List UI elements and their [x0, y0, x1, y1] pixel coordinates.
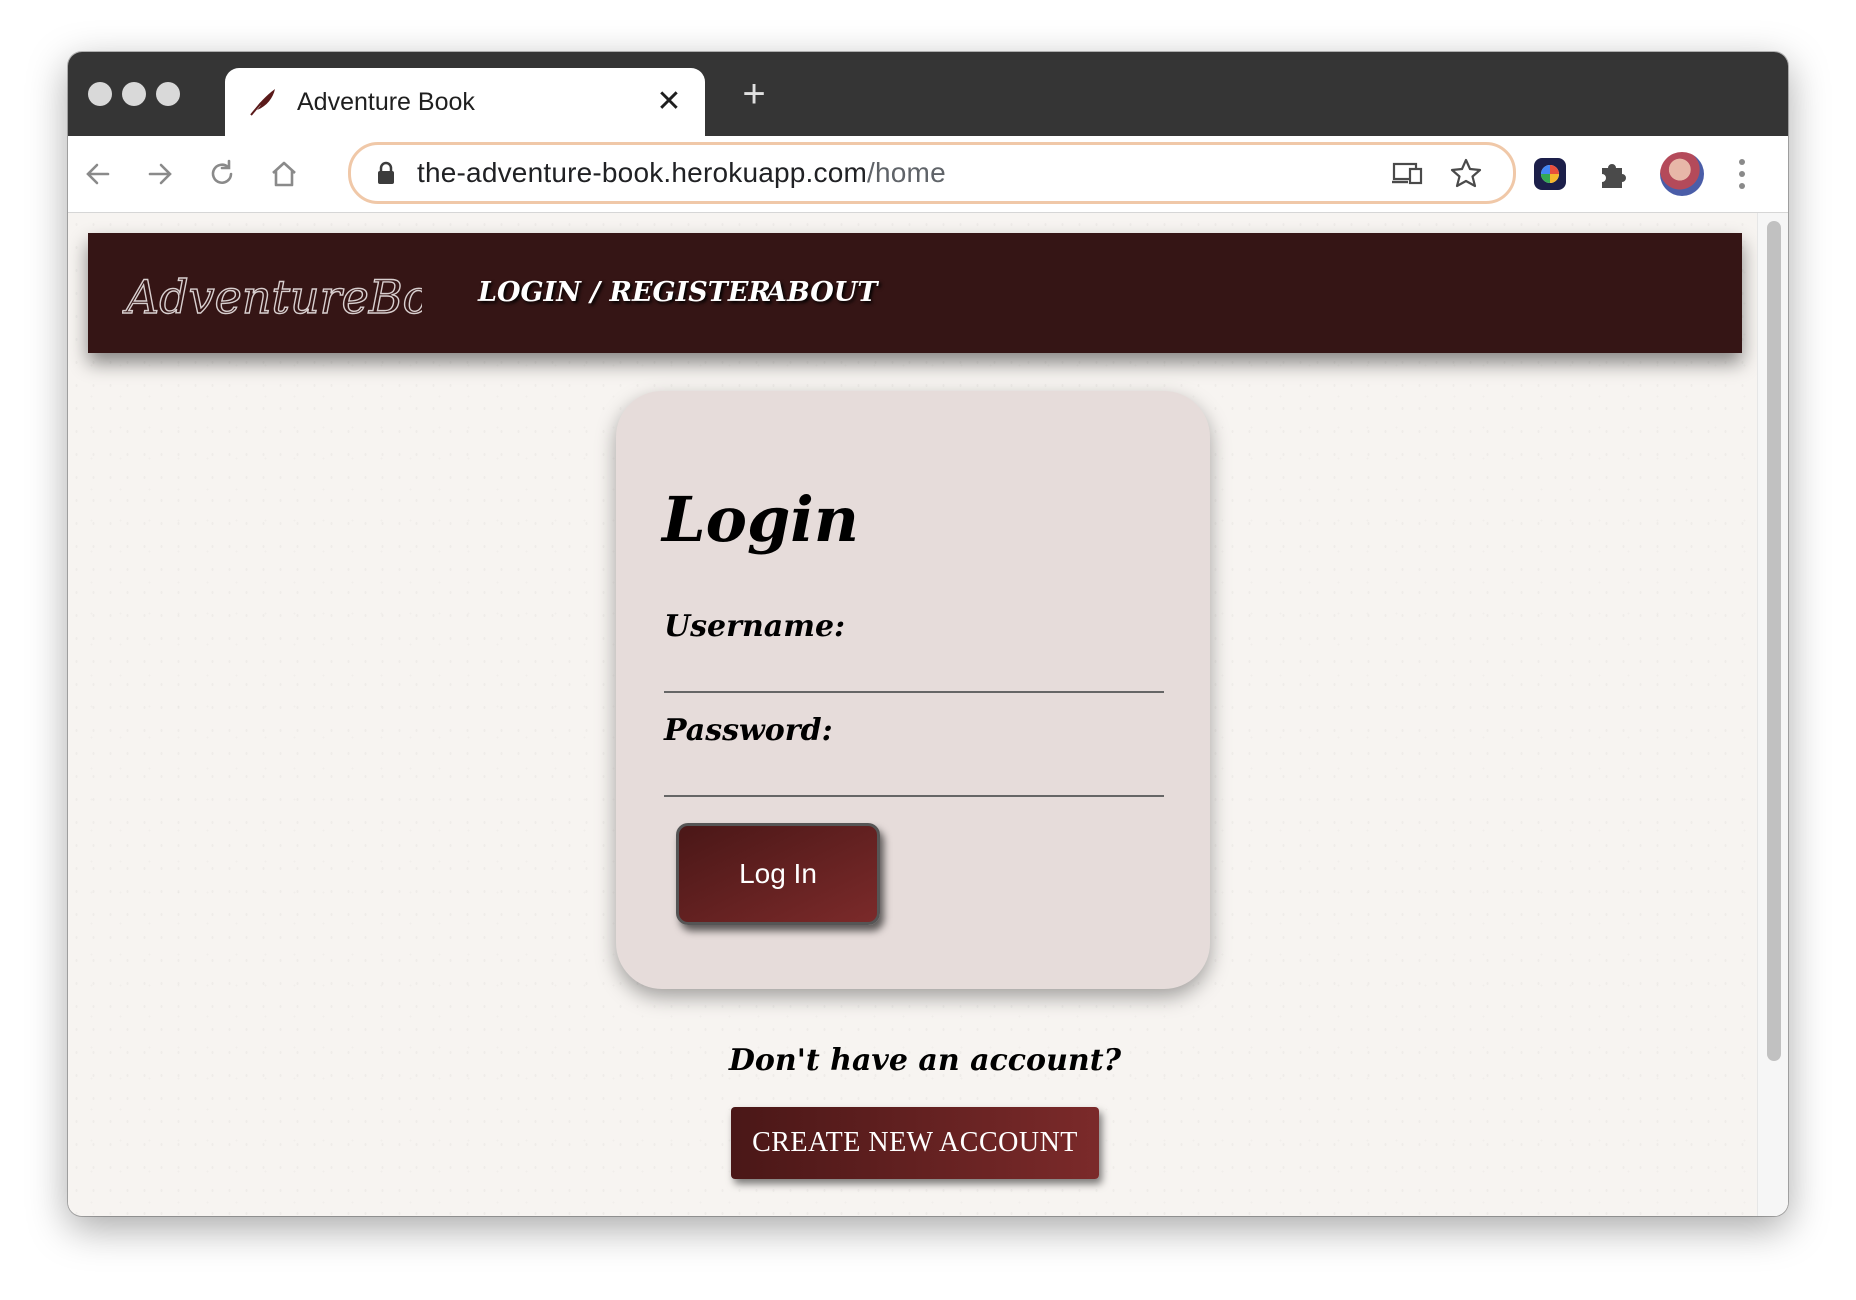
browser-window: Adventure Book ✕ + the-adventure-book.he… [68, 52, 1788, 1216]
profile-avatar[interactable] [1660, 152, 1704, 196]
url-text[interactable]: the-adventure-book.herokuapp.com/home [417, 145, 946, 201]
back-arrow-icon[interactable] [80, 156, 116, 192]
site-logo[interactable]: AdventureBook [122, 255, 422, 335]
close-icon[interactable]: ✕ [653, 86, 685, 118]
scrollbar-thumb[interactable] [1767, 221, 1781, 1061]
tab-strip: Adventure Book ✕ + [68, 52, 1788, 136]
login-title: Login [662, 483, 859, 556]
kebab-menu-icon[interactable] [1736, 154, 1748, 194]
reload-icon[interactable] [204, 156, 240, 192]
window-close-dot[interactable] [88, 82, 112, 106]
password-field[interactable] [664, 745, 1164, 797]
username-field[interactable] [664, 641, 1164, 693]
no-account-prompt: Don't have an account? [728, 1043, 1122, 1078]
tab-title: Adventure Book [297, 88, 475, 116]
login-card: Login Username: Password: Log In [616, 391, 1210, 989]
page-viewport: AdventureBook LOGIN / REGISTER ABOUT Log… [68, 213, 1788, 1216]
scrollbar-track[interactable] [1757, 213, 1788, 1216]
extension-app-icon[interactable] [1532, 156, 1568, 192]
plus-icon[interactable]: + [730, 70, 778, 118]
lock-icon[interactable] [375, 161, 397, 185]
svg-text:AdventureBook: AdventureBook [122, 270, 422, 324]
install-app-icon[interactable] [1391, 157, 1425, 189]
forward-arrow-icon[interactable] [142, 156, 178, 192]
nav-login-register[interactable]: LOGIN / REGISTER [478, 233, 771, 353]
star-icon[interactable] [1449, 157, 1483, 189]
window-minimize-dot[interactable] [122, 82, 146, 106]
home-icon[interactable] [266, 156, 302, 192]
tab-adventure-book[interactable]: Adventure Book ✕ [225, 68, 705, 136]
password-label: Password: [664, 713, 833, 748]
nav-about[interactable]: ABOUT [766, 233, 877, 353]
site-navbar: AdventureBook LOGIN / REGISTER ABOUT [88, 233, 1742, 353]
address-bar[interactable]: the-adventure-book.herokuapp.com/home [348, 142, 1516, 204]
login-button[interactable]: Log In [676, 823, 880, 925]
username-label: Username: [664, 609, 846, 644]
puzzle-icon[interactable] [1596, 156, 1632, 192]
create-account-button[interactable]: CREATE NEW ACCOUNT [731, 1107, 1099, 1179]
window-zoom-dot[interactable] [156, 82, 180, 106]
feather-icon [250, 89, 275, 116]
browser-toolbar: the-adventure-book.herokuapp.com/home [68, 136, 1788, 213]
